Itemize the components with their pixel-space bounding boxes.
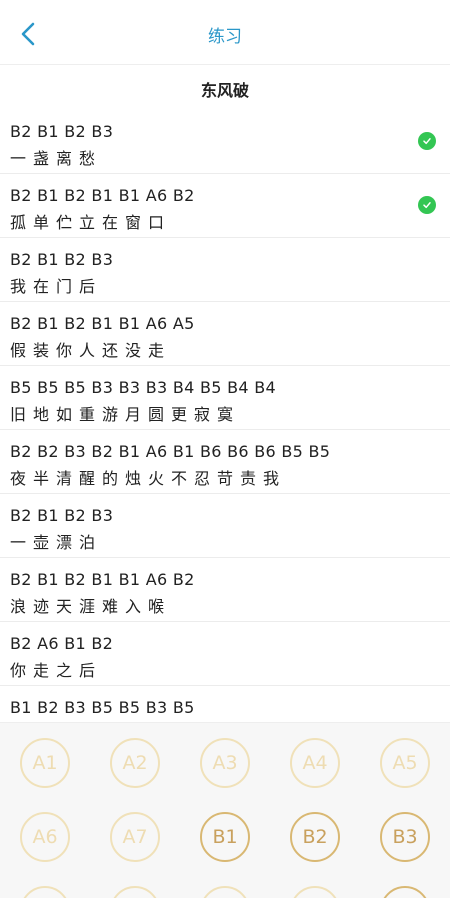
note-sequence: B2 B1 B2 B1 B1 A6 A5 [10,314,195,333]
note-sequence: B2 B1 B2 B3 [10,250,114,269]
exercise-list: B2 B1 B2 B3 一盏离愁 B2 B1 B2 B1 B1 A6 B2 孤单伫立在… [0,110,450,750]
exercise-row[interactable]: B2 B1 B2 B1 B1 A6 B2 浪迹天涯难入喉 [0,558,450,622]
lyric-line: 旧地如重游月圆更寂寞 [10,405,241,424]
note-key-a3[interactable]: A3 [200,738,250,788]
exercise-row[interactable]: B2 B1 B2 B3 我在门后 [0,238,450,302]
note-key-a7[interactable]: A7 [110,812,160,862]
check-icon [418,196,436,214]
check-icon [418,132,436,150]
note-keypad: A1 A2 A3 A4 A5 A6 A7 B1 B2 B3 [0,722,450,898]
lyric-line: 我在门后 [10,277,103,296]
exercise-row[interactable]: B2 B1 B2 B3 一壶漂泊 [0,494,450,558]
note-key[interactable] [290,886,340,898]
note-key-a1[interactable]: A1 [20,738,70,788]
note-sequence: B5 B5 B5 B3 B3 B3 B4 B5 B4 B4 [10,378,277,397]
note-key-b2[interactable]: B2 [290,812,340,862]
lyric-line: 你走之后 [10,661,103,680]
lyric-line: 一盏离愁 [10,149,103,168]
lyric-line: 夜半清醒的烛火不忍苛责我 [10,469,287,488]
note-sequence: B2 A6 B1 B2 [10,634,114,653]
top-bar: 练习 [0,0,450,65]
note-sequence: B2 B1 B2 B1 B1 A6 B2 [10,570,195,589]
note-key-a5[interactable]: A5 [380,738,430,788]
note-key-b1[interactable]: B1 [200,812,250,862]
lyric-line: 假装你人还没走 [10,341,172,360]
note-key[interactable] [380,886,430,898]
exercise-row[interactable]: B2 B1 B2 B1 B1 A6 A5 假装你人还没走 [0,302,450,366]
exercise-row[interactable]: B2 B1 B2 B3 一盏离愁 [0,110,450,174]
note-key-a2[interactable]: A2 [110,738,160,788]
note-key-a4[interactable]: A4 [290,738,340,788]
note-key-b3[interactable]: B3 [380,812,430,862]
page-title: 练习 [208,27,242,47]
note-key[interactable] [20,886,70,898]
note-key[interactable] [110,886,160,898]
lyric-line: 一壶漂泊 [10,533,103,552]
exercise-row[interactable]: B2 B1 B2 B1 B1 A6 B2 孤单伫立在窗口 [0,174,450,238]
note-sequence: B2 B1 B2 B3 [10,122,114,141]
exercise-row[interactable]: B2 A6 B1 B2 你走之后 [0,622,450,686]
exercise-row[interactable]: B5 B5 B5 B3 B3 B3 B4 B5 B4 B4 旧地如重游月圆更寂寞 [0,366,450,430]
lyric-line: 浪迹天涯难入喉 [10,597,172,616]
lyric-line: 孤单伫立在窗口 [10,213,172,232]
note-key-a6[interactable]: A6 [20,812,70,862]
note-sequence: B2 B1 B2 B1 B1 A6 B2 [10,186,195,205]
note-sequence: B2 B1 B2 B3 [10,506,114,525]
exercise-row[interactable]: B2 B2 B3 B2 B1 A6 B1 B6 B6 B6 B5 B5 夜半清醒的… [0,430,450,494]
note-sequence: B1 B2 B3 B5 B5 B3 B5 [10,698,195,717]
note-sequence: B2 B2 B3 B2 B1 A6 B1 B6 B6 B6 B5 B5 [10,442,331,461]
note-key[interactable] [200,886,250,898]
song-title: 东风破 [200,81,249,100]
